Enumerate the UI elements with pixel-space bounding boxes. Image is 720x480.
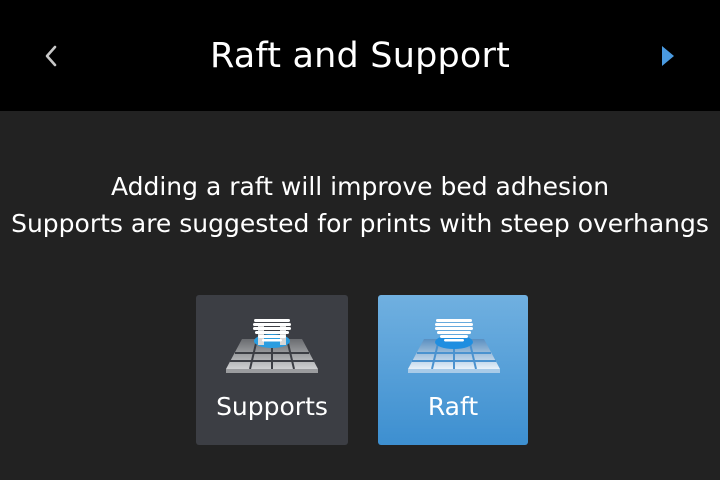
triangle-right-icon xyxy=(662,46,674,66)
header-bar: Raft and Support xyxy=(0,0,720,111)
raft-label: Raft xyxy=(427,392,479,421)
message-line-supports: Supports are suggested for prints with s… xyxy=(11,209,709,238)
chevron-left-icon xyxy=(45,45,57,67)
raft-option-button[interactable]: Raft xyxy=(378,295,528,445)
page-title: Raft and Support xyxy=(209,36,511,76)
next-button[interactable] xyxy=(640,28,696,84)
supports-option-button[interactable]: Supports xyxy=(196,295,348,445)
supports-label: Supports xyxy=(216,392,328,421)
raft-print-icon xyxy=(408,319,500,373)
info-message: Adding a raft will improve bed adhesion … xyxy=(0,168,720,242)
supports-print-icon xyxy=(226,319,318,373)
message-line-raft: Adding a raft will improve bed adhesion xyxy=(110,172,610,201)
back-button[interactable] xyxy=(24,28,80,84)
